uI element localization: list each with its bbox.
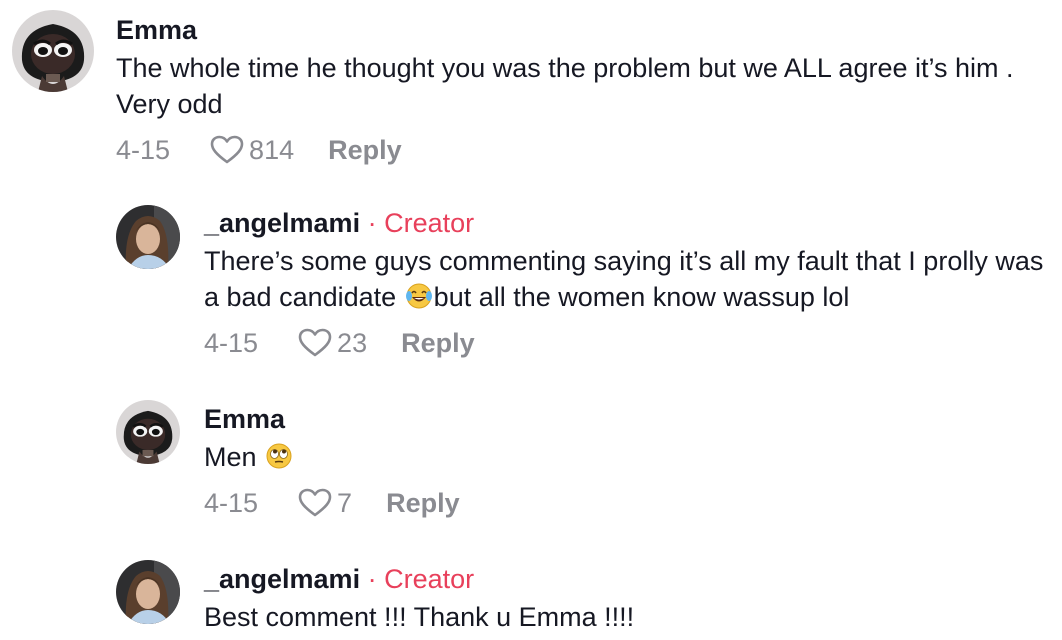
comment-text: Men bbox=[204, 439, 1054, 475]
comment-date: 4-15 bbox=[116, 134, 171, 165]
avatar[interactable] bbox=[116, 560, 180, 624]
heart-icon bbox=[210, 135, 244, 164]
avatar[interactable] bbox=[12, 10, 94, 92]
author-name[interactable]: Emma bbox=[204, 404, 285, 434]
comment-text-part: but all the women know wassup lol bbox=[433, 282, 850, 312]
comment-text: Best comment !!! Thank u Emma !!!! bbox=[204, 599, 1054, 635]
reply-button[interactable]: Reply bbox=[401, 328, 475, 359]
heart-icon bbox=[298, 328, 332, 357]
like-button[interactable]: 23 bbox=[298, 328, 367, 359]
avatar[interactable] bbox=[116, 400, 180, 464]
author-name[interactable]: _angelmami bbox=[204, 564, 360, 594]
creator-badge: · Creator bbox=[360, 208, 475, 238]
comment-meta: 4-15 23 Reply bbox=[204, 323, 1054, 363]
like-button[interactable]: 7 bbox=[298, 488, 352, 519]
author-name[interactable]: _angelmami bbox=[204, 208, 360, 238]
like-count: 23 bbox=[337, 327, 368, 358]
author-name[interactable]: Emma bbox=[116, 15, 197, 45]
comment-author[interactable]: _angelmami · Creator bbox=[204, 563, 1054, 595]
like-count: 7 bbox=[337, 487, 353, 518]
comment-meta: 4-15 814 Reply bbox=[116, 130, 1046, 170]
cartoon-avatar-icon bbox=[116, 400, 180, 464]
comment-text: The whole time he thought you was the pr… bbox=[116, 50, 1046, 122]
comment-text-part: Men bbox=[204, 442, 265, 472]
eye-roll-emoji-icon bbox=[265, 442, 293, 470]
comment-date: 4-15 bbox=[204, 487, 259, 518]
reply-button[interactable]: Reply bbox=[386, 488, 460, 519]
creator-badge: · Creator bbox=[360, 564, 475, 594]
comment-meta: 4-15 7 Reply bbox=[204, 483, 1054, 523]
comment-author[interactable]: _angelmami · Creator bbox=[204, 207, 1054, 239]
comment-text-part: The whole time he thought you was the pr… bbox=[116, 53, 1014, 119]
heart-icon bbox=[298, 488, 332, 517]
comment-date: 4-15 bbox=[204, 327, 259, 358]
creator-label: Creator bbox=[384, 208, 475, 238]
creator-label: Creator bbox=[384, 564, 475, 594]
separator: · bbox=[360, 208, 385, 238]
like-count: 814 bbox=[249, 134, 295, 165]
photo-avatar-icon bbox=[116, 205, 180, 269]
separator: · bbox=[360, 564, 385, 594]
cartoon-avatar-icon bbox=[12, 10, 94, 92]
reply-button[interactable]: Reply bbox=[328, 135, 402, 166]
comment-text-part: Best comment !!! Thank u Emma !!!! bbox=[204, 602, 635, 632]
photo-avatar-icon bbox=[116, 560, 180, 624]
avatar[interactable] bbox=[116, 205, 180, 269]
comment-author[interactable]: Emma bbox=[116, 14, 1046, 46]
comment-text: There’s some guys commenting saying it’s… bbox=[204, 243, 1054, 315]
like-button[interactable]: 814 bbox=[210, 135, 294, 166]
laughing-tears-emoji-icon bbox=[405, 282, 433, 310]
comment-author[interactable]: Emma bbox=[204, 403, 1054, 435]
